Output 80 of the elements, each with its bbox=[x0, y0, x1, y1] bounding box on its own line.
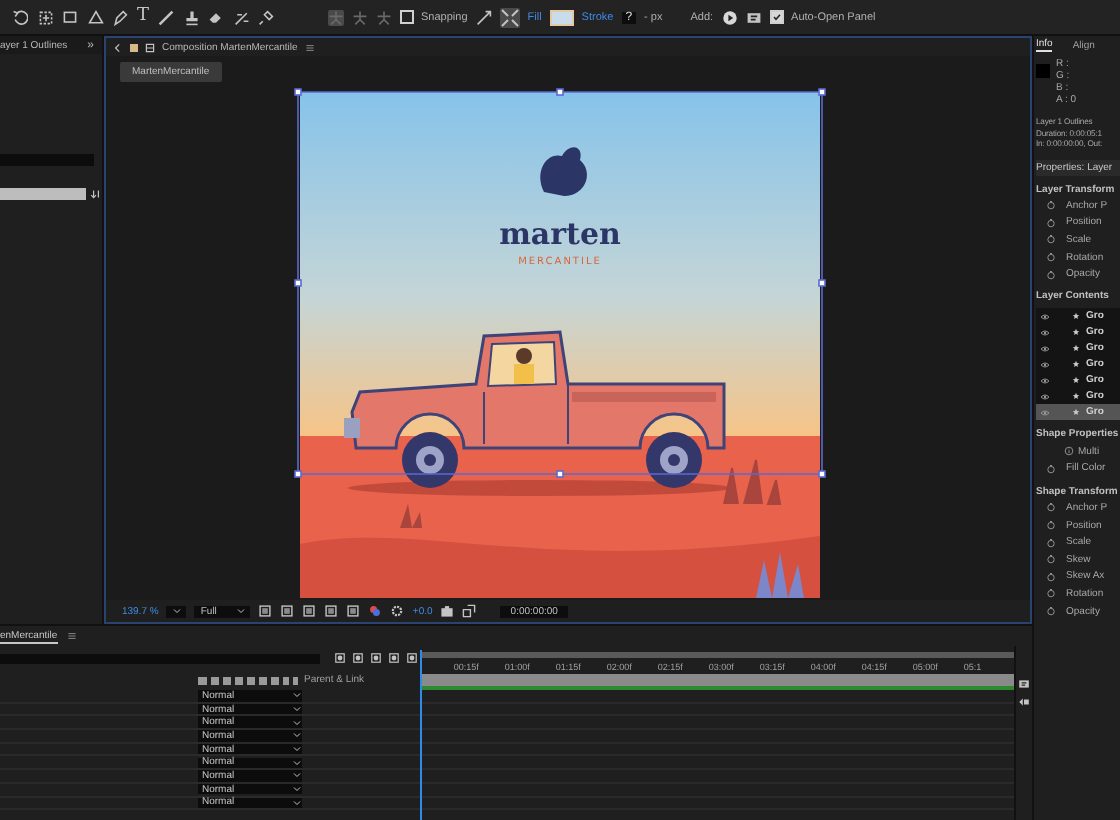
menu-icon[interactable] bbox=[65, 630, 78, 642]
eraser-tool-icon[interactable] bbox=[208, 9, 225, 25]
brush-tool-icon[interactable] bbox=[158, 9, 175, 25]
rotate-icon[interactable] bbox=[12, 9, 28, 25]
stopwatch-icon[interactable] bbox=[1046, 234, 1056, 245]
menu-icon[interactable] bbox=[303, 41, 316, 53]
rectangle-tool-icon[interactable] bbox=[62, 9, 78, 25]
stopwatch-icon[interactable] bbox=[1046, 537, 1056, 548]
sort-icon[interactable] bbox=[90, 188, 102, 200]
puppet-tool-icon[interactable] bbox=[327, 9, 344, 25]
star-icon bbox=[1072, 312, 1080, 321]
caret-icon bbox=[172, 606, 183, 616]
star-icon bbox=[1072, 360, 1080, 369]
info-icon[interactable] bbox=[1064, 446, 1074, 457]
eye-icon[interactable] bbox=[1040, 391, 1050, 402]
stopwatch-icon[interactable] bbox=[1046, 606, 1056, 617]
roto-brush-icon[interactable] bbox=[233, 9, 250, 25]
anchor-point-icon[interactable] bbox=[37, 9, 53, 25]
grid-overlay-icon[interactable] bbox=[280, 604, 295, 618]
expand-icon[interactable] bbox=[499, 7, 520, 27]
add-button-icon[interactable] bbox=[721, 9, 738, 25]
frame-blend-icon[interactable] bbox=[370, 652, 382, 664]
text-tool[interactable]: T bbox=[137, 8, 150, 26]
pin-tool-icon[interactable] bbox=[258, 9, 275, 25]
comment-icon[interactable] bbox=[1018, 678, 1031, 690]
stamp-tool-icon[interactable] bbox=[183, 9, 200, 25]
snap-arrows-icon[interactable] bbox=[475, 9, 492, 25]
stopwatch-icon[interactable] bbox=[1046, 502, 1056, 513]
comp-marker-icon[interactable] bbox=[334, 652, 346, 664]
stopwatch-icon[interactable] bbox=[1046, 463, 1056, 474]
pen-tool-icon[interactable] bbox=[112, 9, 128, 25]
caret-icon bbox=[236, 606, 247, 616]
region-icon[interactable] bbox=[258, 604, 273, 618]
star-icon bbox=[1072, 408, 1080, 417]
graph-editor-icon[interactable] bbox=[406, 652, 418, 664]
star-icon bbox=[1072, 392, 1080, 401]
stopwatch-icon[interactable] bbox=[1046, 269, 1056, 280]
comment-icon[interactable] bbox=[745, 9, 762, 25]
view-options-icon[interactable] bbox=[346, 604, 361, 618]
color-sample-swatch bbox=[1036, 64, 1050, 78]
stopwatch-icon[interactable] bbox=[1046, 571, 1056, 582]
chevron-icon[interactable] bbox=[112, 41, 124, 53]
stopwatch-icon[interactable] bbox=[1046, 252, 1056, 263]
brand-name: marten bbox=[499, 216, 621, 252]
snapshot-icon[interactable] bbox=[462, 604, 477, 618]
navigate-icon[interactable] bbox=[1018, 696, 1031, 708]
puppet-tool-icon[interactable] bbox=[351, 9, 368, 25]
color-channels-icon[interactable] bbox=[368, 604, 383, 618]
camera-icon[interactable] bbox=[440, 604, 455, 618]
composition-icon bbox=[144, 41, 156, 53]
star-icon bbox=[1072, 328, 1080, 337]
zoom-dropdown[interactable] bbox=[166, 605, 187, 617]
transparency-icon[interactable] bbox=[324, 604, 339, 618]
eye-icon[interactable] bbox=[1040, 327, 1050, 338]
mask-icon[interactable] bbox=[302, 604, 317, 618]
stopwatch-icon[interactable] bbox=[1046, 217, 1056, 228]
fill-swatch[interactable] bbox=[549, 9, 574, 25]
star-icon bbox=[1072, 376, 1080, 385]
eye-icon[interactable] bbox=[1040, 343, 1050, 354]
checkbox[interactable] bbox=[399, 10, 414, 24]
marten-logo-icon bbox=[540, 147, 587, 196]
draft-icon[interactable] bbox=[352, 652, 364, 664]
stopwatch-icon[interactable] bbox=[1046, 200, 1056, 211]
stopwatch-icon[interactable] bbox=[1046, 588, 1056, 599]
composition-color-icon bbox=[130, 43, 138, 51]
eye-icon[interactable] bbox=[1040, 375, 1050, 386]
eye-icon[interactable] bbox=[1040, 359, 1050, 370]
stopwatch-icon[interactable] bbox=[1046, 520, 1056, 531]
motion-blur-icon[interactable] bbox=[388, 652, 400, 664]
eye-icon[interactable] bbox=[1040, 311, 1050, 322]
grass-drawing bbox=[756, 552, 804, 598]
stopwatch-icon[interactable] bbox=[1046, 554, 1056, 565]
cactus-drawing bbox=[723, 459, 781, 505]
layer-switches-icon bbox=[198, 675, 298, 685]
shrub-drawing bbox=[400, 504, 422, 528]
star-icon bbox=[1072, 344, 1080, 353]
polygon-tool-icon[interactable] bbox=[87, 9, 103, 25]
puppet-tool-icon[interactable] bbox=[375, 9, 392, 25]
checkbox[interactable] bbox=[769, 10, 784, 24]
gear-icon[interactable] bbox=[390, 604, 405, 618]
